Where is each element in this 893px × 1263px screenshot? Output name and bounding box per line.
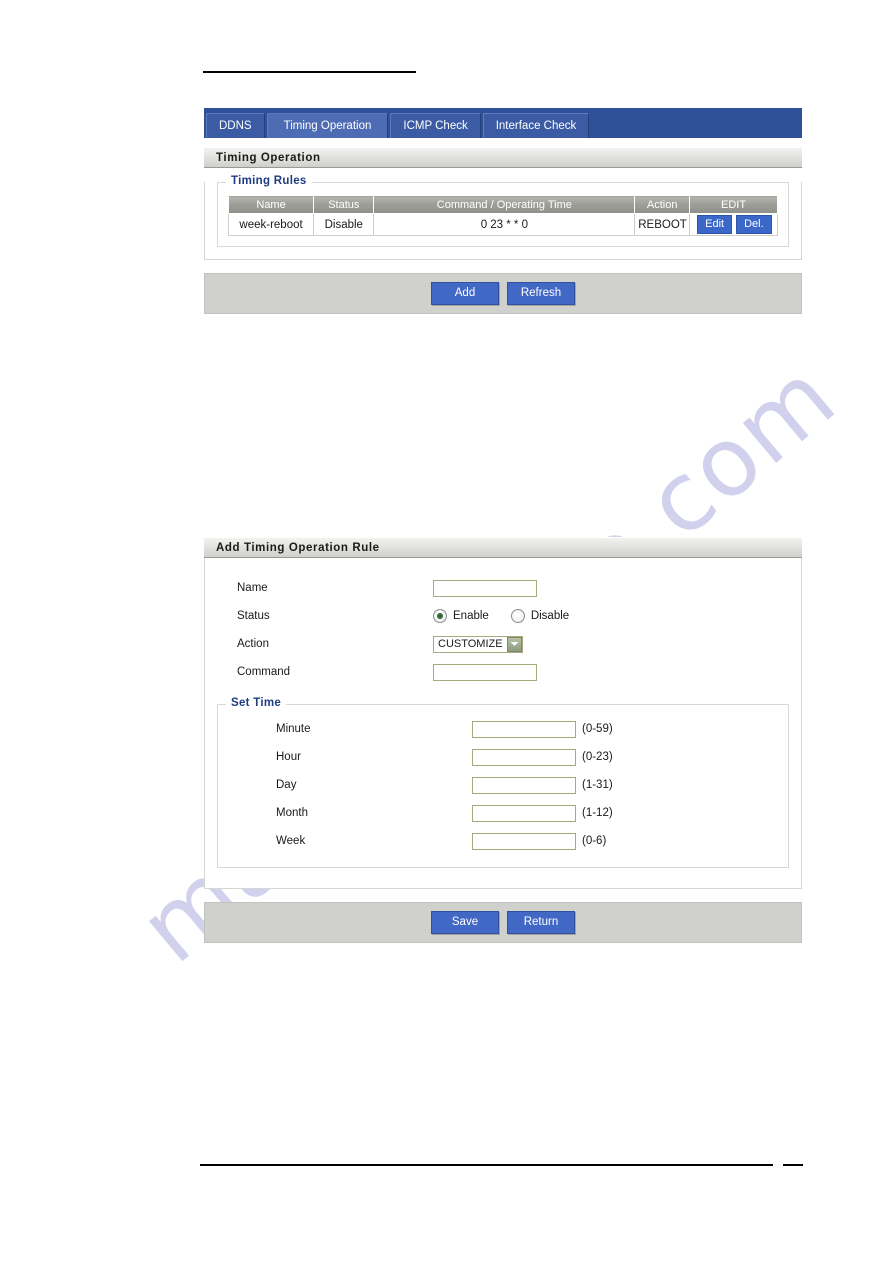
timing-rules-group: Timing Rules Name Status Command / Opera…	[217, 175, 789, 247]
tab-icmp-check[interactable]: ICMP Check	[390, 113, 481, 138]
timing-operation-screen: DDNS Timing Operation ICMP Check Interfa…	[204, 108, 802, 314]
timing-operation-section-title-text: Timing Operation	[216, 151, 321, 164]
delete-rule-button[interactable]: Del.	[736, 215, 772, 234]
label-week: Week	[276, 835, 306, 847]
hour-input[interactable]	[472, 748, 576, 766]
save-button[interactable]: Save	[431, 911, 499, 934]
cell-edit: Edit Del.	[689, 213, 778, 236]
page-footer-rule	[200, 1164, 773, 1166]
tab-timing-operation-label: Timing Operation	[283, 120, 372, 132]
add-rule-section-title-text: Add Timing Operation Rule	[216, 541, 380, 554]
label-status: Status	[237, 610, 270, 622]
table-header-row: Name Status Command / Operating Time Act…	[227, 195, 778, 214]
chevron-down-icon	[506, 636, 522, 652]
column-header-status: Status	[313, 195, 375, 214]
field-row-day: Day (1-31)	[228, 771, 778, 799]
timing-operation-section-title: Timing Operation	[204, 147, 802, 168]
add-button[interactable]: Add	[431, 282, 499, 305]
cell-name: week-reboot	[227, 213, 315, 236]
column-header-name: Name	[227, 195, 315, 214]
column-header-command: Command / Operating Time	[373, 195, 636, 214]
label-name: Name	[237, 582, 268, 594]
label-month: Month	[276, 807, 308, 819]
status-disable-label: Disable	[530, 610, 570, 622]
minute-range-hint: (0-59)	[582, 723, 613, 735]
label-command: Command	[237, 666, 291, 678]
label-action: Action	[237, 638, 269, 650]
edit-rule-button[interactable]: Edit	[697, 215, 733, 234]
field-row-name: Name	[205, 574, 801, 602]
page-header-rule	[203, 71, 416, 73]
field-row-status: Status Enable Disable	[205, 602, 801, 630]
tab-ddns-label: DDNS	[219, 120, 252, 132]
timing-operation-panel: Timing Rules Name Status Command / Opera…	[204, 175, 802, 260]
field-row-week: Week (0-6)	[228, 827, 778, 855]
week-input[interactable]	[472, 832, 576, 850]
status-enable-radio[interactable]	[433, 609, 447, 623]
cell-status: Disable	[313, 213, 375, 236]
field-row-hour: Hour (0-23)	[228, 743, 778, 771]
month-range-hint: (1-12)	[582, 807, 613, 819]
tab-icmp-check-label: ICMP Check	[403, 120, 468, 132]
month-input[interactable]	[472, 804, 576, 822]
tab-bar: DDNS Timing Operation ICMP Check Interfa…	[204, 108, 802, 138]
set-time-group: Set Time Minute (0-59) Hour (0-23) Day (…	[217, 697, 789, 868]
day-range-hint: (1-31)	[582, 779, 613, 791]
hour-range-hint: (0-23)	[582, 751, 613, 763]
table-row: week-reboot Disable 0 23 * * 0 REBOOT Ed…	[227, 213, 778, 236]
set-time-legend: Set Time	[226, 697, 287, 709]
label-minute: Minute	[276, 723, 311, 735]
add-timing-rule-screen: Add Timing Operation Rule Name Status En…	[204, 537, 802, 943]
name-input[interactable]	[433, 579, 537, 597]
command-input[interactable]	[433, 663, 537, 681]
add-rule-form: Name Status Enable Disable Action CUSTOM…	[205, 558, 801, 888]
day-input[interactable]	[472, 776, 576, 794]
status-enable-label: Enable	[453, 610, 489, 622]
timing-rules-table: Name Status Command / Operating Time Act…	[227, 195, 778, 236]
add-rule-panel: Name Status Enable Disable Action CUSTOM…	[204, 558, 802, 889]
return-button[interactable]: Return	[507, 911, 575, 934]
form-button-bar: Save Return	[204, 902, 802, 943]
status-disable-radio[interactable]	[510, 609, 525, 623]
field-row-month: Month (1-12)	[228, 799, 778, 827]
field-row-action: Action CUSTOMIZE	[205, 630, 801, 658]
action-select-value: CUSTOMIZE	[438, 638, 503, 650]
tab-interface-check[interactable]: Interface Check	[482, 113, 590, 138]
column-header-edit: EDIT	[689, 195, 778, 214]
label-day: Day	[276, 779, 297, 791]
list-button-bar: Add Refresh	[204, 273, 802, 314]
cell-command: 0 23 * * 0	[373, 213, 636, 236]
timing-rules-legend: Timing Rules	[226, 175, 312, 187]
status-radio-group: Enable Disable	[433, 609, 569, 623]
tab-timing-operation[interactable]: Timing Operation	[266, 113, 389, 138]
tab-interface-check-label: Interface Check	[495, 120, 577, 132]
week-range-hint: (0-6)	[582, 835, 607, 847]
refresh-button[interactable]: Refresh	[507, 282, 575, 305]
minute-input[interactable]	[472, 720, 576, 738]
page-footer-rule-dash	[783, 1164, 803, 1166]
label-hour: Hour	[276, 751, 301, 763]
field-row-minute: Minute (0-59)	[228, 715, 778, 743]
field-row-command: Command	[205, 658, 801, 686]
cell-action: REBOOT	[634, 213, 691, 236]
column-header-action: Action	[634, 195, 691, 214]
tab-ddns[interactable]: DDNS	[206, 113, 265, 138]
add-rule-section-title: Add Timing Operation Rule	[204, 537, 802, 558]
action-select[interactable]: CUSTOMIZE	[433, 635, 523, 653]
